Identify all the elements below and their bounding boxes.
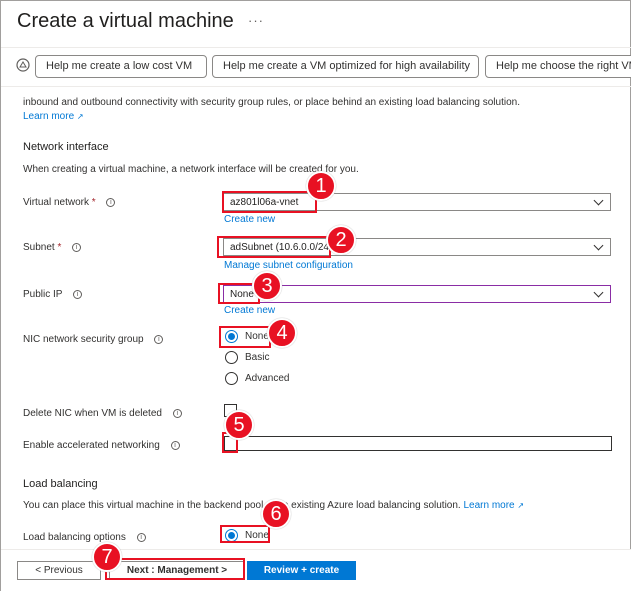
annotation-highlight-nsg (219, 326, 271, 348)
annotation-badge-7: 7 (92, 542, 122, 572)
annotation-badge-4: 4 (267, 318, 297, 348)
learn-more-label: Learn more (23, 111, 75, 122)
nic-nsg-label-text: NIC network security group (23, 334, 144, 345)
network-interface-description: When creating a virtual machine, a netwo… (23, 164, 359, 175)
annotation-badge-1: 1 (306, 171, 336, 201)
review-create-button[interactable]: Review + create (247, 561, 356, 580)
nsg-radio-advanced[interactable] (225, 372, 238, 385)
load-balancing-heading: Load balancing (23, 478, 98, 490)
annotation-badge-2: 2 (326, 225, 356, 255)
load-balancing-learn-more-label: Learn more (463, 500, 515, 511)
copilot-suggestions-bar: Help me create a low cost VM Help me cre… (1, 47, 631, 87)
chip-high-availability-vm[interactable]: Help me create a VM optimized for high a… (212, 55, 479, 78)
accelerated-networking-label-text: Enable accelerated networking (23, 440, 160, 451)
annotation-highlight-next (105, 558, 245, 580)
info-icon[interactable]: i (106, 197, 116, 207)
learn-more-link[interactable]: Learn more ↗ (23, 111, 84, 122)
create-vm-window: Create a virtual machine ··· Help me cre… (0, 0, 631, 591)
external-link-icon: ↗ (76, 112, 84, 121)
load-balancing-options-label-text: Load balancing options (23, 532, 126, 543)
annotation-highlight-vnet (222, 191, 317, 213)
virtual-network-label-text: Virtual network (23, 197, 89, 208)
create-new-vnet-link[interactable]: Create new (224, 214, 275, 225)
delete-nic-label-text: Delete NIC when VM is deleted (23, 408, 162, 419)
network-interface-heading: Network interface (23, 141, 109, 153)
subnet-label-text: Subnet (23, 242, 55, 253)
page-title: Create a virtual machine (17, 10, 234, 32)
info-icon[interactable]: i (170, 440, 180, 450)
required-marker: * (88, 197, 96, 208)
delete-nic-label: Delete NIC when VM is deleted i (23, 408, 182, 419)
connectivity-description: inbound and outbound connectivity with s… (23, 97, 520, 108)
info-icon[interactable]: i (154, 334, 164, 344)
more-options-icon[interactable]: ··· (248, 13, 264, 28)
load-balancing-description-text: You can place this virtual machine in th… (23, 500, 461, 511)
nsg-radio-basic[interactable] (225, 351, 238, 364)
required-marker: * (54, 242, 62, 253)
chip-low-cost-vm[interactable]: Help me create a low cost VM (35, 55, 207, 78)
chip-choose-right-vm[interactable]: Help me choose the right VM (485, 55, 631, 78)
create-new-public-ip-link[interactable]: Create new (224, 305, 275, 316)
annotation-badge-6: 6 (261, 499, 291, 529)
info-icon[interactable]: i (172, 408, 182, 418)
public-ip-label: Public IP i (23, 289, 83, 300)
nsg-option-basic: Basic (245, 352, 270, 363)
nic-nsg-label: NIC network security group i (23, 334, 164, 345)
info-icon[interactable]: i (72, 242, 82, 252)
load-balancing-learn-more-link[interactable]: Learn more ↗ (463, 500, 524, 511)
chevron-down-icon (593, 195, 604, 206)
annotation-highlight-load-balancing (220, 525, 270, 543)
annotation-highlight-subnet (217, 236, 331, 258)
previous-button[interactable]: < Previous (17, 561, 101, 580)
copilot-icon (16, 58, 30, 72)
annotation-badge-5: 5 (224, 410, 254, 440)
load-balancing-options-label: Load balancing options i (23, 532, 146, 543)
info-icon[interactable]: i (136, 532, 146, 542)
info-icon[interactable]: i (73, 289, 83, 299)
virtual-network-label: Virtual network * i (23, 197, 116, 208)
accelerated-networking-checkbox[interactable] (224, 436, 612, 451)
external-link-icon: ↗ (517, 501, 525, 510)
chevron-down-icon (593, 240, 604, 251)
manage-subnet-link[interactable]: Manage subnet configuration (224, 260, 353, 271)
annotation-badge-3: 3 (252, 271, 282, 301)
subnet-label: Subnet * i (23, 242, 82, 253)
accelerated-networking-label: Enable accelerated networking i (23, 440, 180, 451)
public-ip-label-text: Public IP (23, 289, 63, 300)
nsg-option-advanced: Advanced (245, 373, 290, 384)
chevron-down-icon (593, 287, 604, 298)
